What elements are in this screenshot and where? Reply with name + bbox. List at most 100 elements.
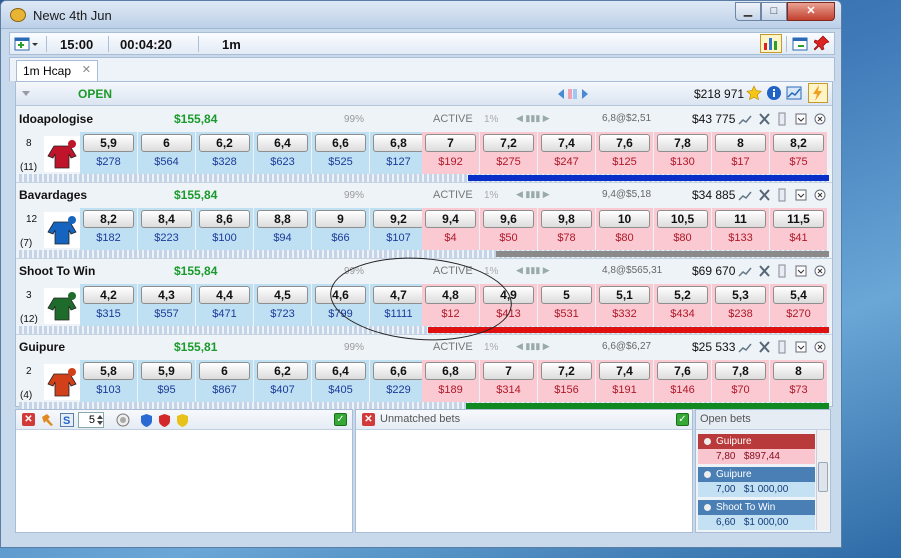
- confirm-check-icon[interactable]: ✓: [334, 413, 347, 426]
- back-price-cell[interactable]: 8,2 $182: [80, 208, 137, 250]
- back-price-button[interactable]: 6,4: [257, 134, 308, 152]
- shield-red-icon[interactable]: [158, 413, 171, 427]
- back-price-cell[interactable]: 6 $564: [138, 132, 195, 174]
- shield-blue-icon[interactable]: [140, 413, 153, 427]
- back-price-cell[interactable]: 4,4 $471: [196, 284, 253, 326]
- runner-name[interactable]: Shoot To Win: [19, 264, 95, 278]
- lay-price-cell[interactable]: 7 $314: [480, 360, 537, 402]
- lay-price-button[interactable]: 7,2: [541, 362, 592, 380]
- lay-price-button[interactable]: 7,8: [715, 362, 766, 380]
- lay-price-button[interactable]: 7,6: [657, 362, 708, 380]
- price-nav-icon[interactable]: ◀ ▮▮▮ ▶: [516, 113, 550, 124]
- tab-close-icon[interactable]: ✕: [82, 63, 91, 76]
- hammer-icon[interactable]: [40, 413, 54, 427]
- lay-price-button[interactable]: 11,5: [773, 210, 824, 228]
- back-price-cell[interactable]: 5,9 $278: [80, 132, 137, 174]
- ladder-nav-icon[interactable]: [556, 88, 590, 100]
- lay-price-cell[interactable]: 7,8 $70: [712, 360, 769, 402]
- title-bar[interactable]: Newc 4th Jun ▁ □ ✕: [1, 1, 841, 29]
- back-price-button[interactable]: 8,6: [199, 210, 250, 228]
- lay-price-button[interactable]: 8: [773, 362, 824, 380]
- price-nav-icon[interactable]: ◀ ▮▮▮ ▶: [516, 265, 550, 276]
- stake-spinner-icon[interactable]: [97, 415, 103, 425]
- new-window-icon[interactable]: [792, 36, 810, 52]
- scroll-thumb[interactable]: [818, 462, 828, 492]
- lay-price-button[interactable]: 7,6: [599, 134, 650, 152]
- back-price-button[interactable]: 6,2: [199, 134, 250, 152]
- lay-price-button[interactable]: 10,5: [657, 210, 708, 228]
- runner-tools-icon[interactable]: [738, 188, 828, 202]
- back-price-button[interactable]: 6: [199, 362, 250, 380]
- pin-icon[interactable]: [814, 35, 830, 52]
- lay-price-button[interactable]: 7,8: [657, 134, 708, 152]
- s-stake-icon[interactable]: S: [60, 413, 74, 427]
- lay-price-cell[interactable]: 10 $80: [596, 208, 653, 250]
- back-price-button[interactable]: 6: [141, 134, 192, 152]
- close-button[interactable]: ✕: [787, 2, 835, 21]
- lay-price-cell[interactable]: 8,2 $75: [770, 132, 827, 174]
- info-icon[interactable]: [766, 85, 782, 101]
- lay-price-cell[interactable]: 7,6 $146: [654, 360, 711, 402]
- lay-price-button[interactable]: 8,2: [773, 134, 824, 152]
- lay-price-cell[interactable]: 6,8 $189: [422, 360, 479, 402]
- lay-price-cell[interactable]: 7,4 $247: [538, 132, 595, 174]
- lay-price-button[interactable]: 9,8: [541, 210, 592, 228]
- back-price-cell[interactable]: 8,8 $94: [254, 208, 311, 250]
- lay-price-button[interactable]: 6,8: [425, 362, 476, 380]
- back-price-button[interactable]: 6,2: [257, 362, 308, 380]
- minimize-button[interactable]: ▁: [735, 2, 761, 21]
- back-price-cell[interactable]: 6,8 $127: [370, 132, 427, 174]
- back-price-cell[interactable]: 5,8 $103: [80, 360, 137, 402]
- runner-name[interactable]: Bavardages: [19, 188, 87, 202]
- back-price-cell[interactable]: 4,2 $315: [80, 284, 137, 326]
- lay-price-button[interactable]: 7,4: [541, 134, 592, 152]
- back-price-button[interactable]: 9,2: [373, 210, 424, 228]
- back-price-button[interactable]: 5,9: [83, 134, 134, 152]
- price-nav-icon[interactable]: ◀ ▮▮▮ ▶: [516, 189, 550, 200]
- back-price-cell[interactable]: 4,3 $557: [138, 284, 195, 326]
- back-price-button[interactable]: 9: [315, 210, 366, 228]
- collapse-chevron-icon[interactable]: [22, 91, 30, 97]
- lay-price-cell[interactable]: 5,1 $332: [596, 284, 653, 326]
- lay-price-button[interactable]: 7,2: [483, 134, 534, 152]
- lay-price-cell[interactable]: 7,8 $130: [654, 132, 711, 174]
- lay-price-cell[interactable]: 7,4 $191: [596, 360, 653, 402]
- lay-price-cell[interactable]: 5,2 $434: [654, 284, 711, 326]
- back-price-button[interactable]: 6,6: [315, 134, 366, 152]
- back-price-button[interactable]: 4,5: [257, 286, 308, 304]
- back-price-button[interactable]: 8,8: [257, 210, 308, 228]
- lay-price-button[interactable]: 5,4: [773, 286, 824, 304]
- circle-icon[interactable]: [116, 413, 130, 427]
- lay-price-button[interactable]: 10: [599, 210, 650, 228]
- lay-price-cell[interactable]: 7,6 $125: [596, 132, 653, 174]
- lay-price-button[interactable]: 5: [541, 286, 592, 304]
- lay-price-button[interactable]: 5,1: [599, 286, 650, 304]
- back-price-button[interactable]: 5,9: [141, 362, 192, 380]
- cancel-all-icon[interactable]: ✕: [22, 413, 35, 426]
- lay-price-button[interactable]: 9,4: [425, 210, 476, 228]
- lay-price-button[interactable]: 11: [715, 210, 766, 228]
- lay-price-cell[interactable]: 10,5 $80: [654, 208, 711, 250]
- lay-price-cell[interactable]: 5,4 $270: [770, 284, 827, 326]
- back-price-button[interactable]: 6,6: [373, 362, 424, 380]
- star-icon[interactable]: [746, 85, 762, 101]
- back-price-cell[interactable]: 6,4 $623: [254, 132, 311, 174]
- back-price-button[interactable]: 4,2: [83, 286, 134, 304]
- back-price-cell[interactable]: 6,6 $229: [370, 360, 427, 402]
- back-price-cell[interactable]: 6,2 $328: [196, 132, 253, 174]
- lay-price-button[interactable]: 7: [483, 362, 534, 380]
- lay-price-button[interactable]: 8: [715, 134, 766, 152]
- price-nav-icon[interactable]: ◀ ▮▮▮ ▶: [516, 341, 550, 352]
- back-price-cell[interactable]: 8,6 $100: [196, 208, 253, 250]
- unmatched-check-icon[interactable]: ✓: [676, 413, 689, 426]
- lay-price-cell[interactable]: 9,4 $4: [422, 208, 479, 250]
- graph-icon[interactable]: [786, 85, 802, 101]
- lay-price-cell[interactable]: 11,5 $41: [770, 208, 827, 250]
- back-price-button[interactable]: 6,4: [315, 362, 366, 380]
- shield-yellow-icon[interactable]: [176, 413, 189, 427]
- runner-tools-icon[interactable]: [738, 264, 828, 278]
- lay-price-cell[interactable]: 7,2 $275: [480, 132, 537, 174]
- lay-price-button[interactable]: 9,6: [483, 210, 534, 228]
- back-price-cell[interactable]: 9,2 $107: [370, 208, 427, 250]
- add-market-icon[interactable]: [14, 36, 38, 52]
